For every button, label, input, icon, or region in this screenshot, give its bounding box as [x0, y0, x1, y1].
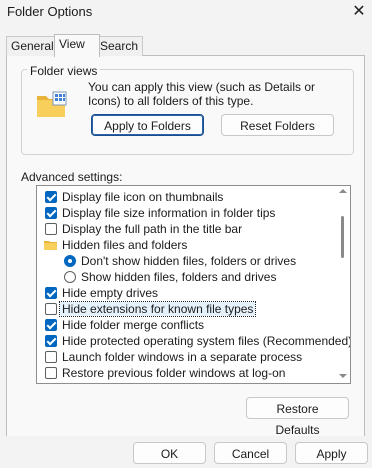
list-item-label: Show hidden files, folders and drives [81, 270, 277, 284]
list-item-label: Launch folder windows in a separate proc… [62, 350, 303, 364]
checkbox[interactable] [45, 351, 57, 363]
radio-button[interactable] [64, 255, 76, 267]
list-item-label: Restore previous folder windows at log-o… [62, 366, 286, 380]
folder-icon [44, 241, 57, 250]
list-item: Hidden files and folders [37, 237, 333, 253]
apply-button[interactable]: Apply [295, 442, 368, 464]
list-item[interactable]: Hide protected operating system files (R… [37, 333, 350, 349]
checkbox[interactable] [45, 335, 57, 347]
checkbox[interactable] [45, 191, 57, 203]
list-item-label: Don't show hidden files, folders or driv… [81, 254, 297, 268]
list-item[interactable]: Hide folder merge conflicts [37, 317, 333, 333]
list-scrollbar[interactable] [337, 186, 348, 381]
list-item-label: Hide empty drives [62, 286, 159, 300]
list-item-label: Display file icon on thumbnails [62, 190, 224, 204]
checkbox[interactable] [45, 223, 57, 235]
scroll-down-arrow-icon[interactable] [339, 374, 347, 378]
apply-to-folders-button[interactable]: Apply to Folders [91, 114, 204, 136]
list-item-label: Hidden files and folders [62, 238, 188, 252]
close-icon[interactable]: ✕ [346, 0, 372, 26]
list-item-label: Display file size information in folder … [62, 206, 276, 220]
list-item[interactable]: Don't show hidden files, folders or driv… [37, 253, 333, 269]
list-item[interactable]: Display file icon on thumbnails [37, 189, 333, 205]
list-item[interactable]: Show hidden files, folders and drives [37, 269, 333, 285]
folder-views-description: You can apply this view (such as Details… [88, 80, 316, 108]
advanced-settings-label: Advanced settings: [21, 170, 123, 184]
list-item[interactable]: Display the full path in the title bar [37, 221, 333, 237]
checkbox[interactable] [45, 367, 57, 379]
list-item[interactable]: Launch folder windows in a separate proc… [37, 349, 333, 365]
list-item-label: Hide folder merge conflicts [62, 318, 205, 332]
window-title: Folder Options [7, 4, 93, 19]
cancel-button[interactable]: Cancel [214, 442, 287, 464]
list-item[interactable]: Restore previous folder windows at log-o… [37, 365, 333, 381]
tab-search[interactable]: Search [95, 36, 144, 56]
checkbox[interactable] [45, 303, 57, 315]
reset-folders-button[interactable]: Reset Folders [221, 114, 334, 136]
list-item-label: Hide protected operating system files (R… [62, 334, 351, 348]
list-item-label: Display the full path in the title bar [62, 222, 243, 236]
title-bar: Folder Options ✕ [0, 0, 372, 30]
scrollbar-thumb[interactable] [341, 216, 344, 258]
folder-views-label: Folder views [27, 64, 101, 78]
list-item[interactable]: Display file size information in folder … [37, 205, 333, 221]
ok-button[interactable]: OK [133, 442, 206, 464]
tab-strip: General View Search [0, 34, 372, 57]
checkbox[interactable] [45, 207, 57, 219]
restore-defaults-button[interactable]: Restore Defaults [246, 397, 349, 437]
list-item[interactable]: Hide extensions for known file types [37, 301, 333, 317]
dialog-footer: OK Cancel Apply [0, 436, 372, 468]
tab-view[interactable]: View [54, 34, 100, 57]
radio-button[interactable] [64, 271, 76, 283]
tab-general[interactable]: General [6, 36, 59, 56]
scroll-up-arrow-icon[interactable] [339, 189, 347, 193]
advanced-settings-list[interactable]: Display file icon on thumbnails Display … [36, 185, 351, 384]
folder-view-icon [37, 91, 67, 117]
list-item-label: Hide extensions for known file types [58, 301, 257, 317]
checkbox[interactable] [45, 287, 57, 299]
checkbox[interactable] [45, 319, 57, 331]
list-item[interactable]: Hide empty drives [37, 285, 333, 301]
